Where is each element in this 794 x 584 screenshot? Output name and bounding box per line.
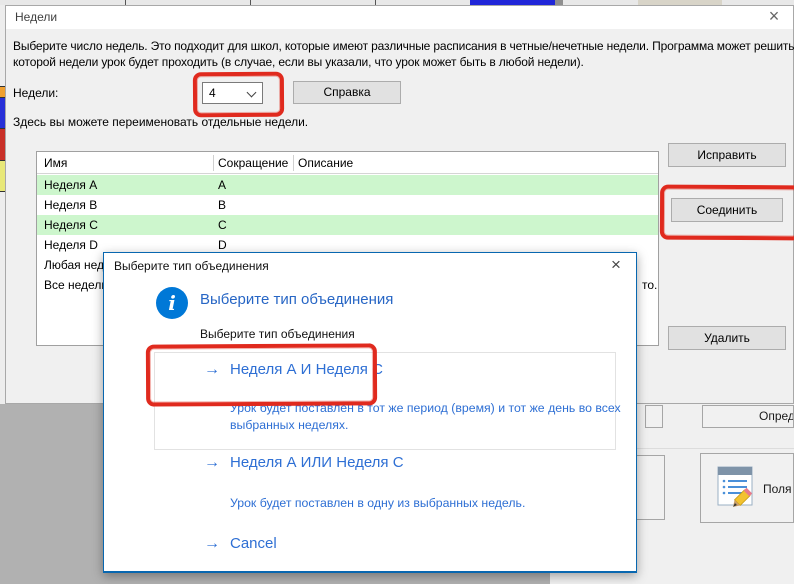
dialog-title: Недели [15,10,57,24]
help-button[interactable]: Справка [293,81,401,104]
fields-icon [713,465,757,509]
dialog-title: Выберите тип объединения [114,259,269,273]
intro-text-line1: Выберите число недель. Это подходит для … [13,39,794,53]
cancel-label: Cancel [230,535,277,552]
intro-text-line2: которой недели урок будет проходить (в с… [13,55,584,69]
fields-button[interactable]: Поля [700,453,794,523]
background-options-window: Опреде Поля [637,404,794,583]
cancel-link[interactable]: → Cancel [204,535,277,553]
edit-button[interactable]: Исправить [668,143,786,167]
row-abbr: B [218,198,226,212]
row-name: Все недели [44,278,108,292]
column-divider [213,155,214,171]
close-icon[interactable]: × [606,255,626,275]
row-desc: то... [642,278,658,292]
close-icon[interactable]: × [763,6,785,27]
join-dialog-subheading: Выберите тип объединения [200,327,355,341]
option-or-label: Неделя А ИЛИ Неделя С [230,454,404,471]
option-or-description: Урок будет поставлен в одну из выбранных… [230,496,630,510]
panel-divider [637,448,794,449]
row-name: Неделя D [44,238,98,252]
table-row[interactable]: Неделя C C [37,215,658,235]
fields-button-label: Поля [763,482,792,496]
table-row[interactable]: Неделя B B [37,195,658,215]
partial-button[interactable] [645,405,663,428]
weeks-dialog-titlebar: Недели × [6,6,793,29]
row-abbr: A [218,178,226,192]
option-and-label: Неделя А И Неделя С [230,361,383,378]
rename-hint-text: Здесь вы можете переименовать отдельные … [13,115,308,129]
row-name: Неделя B [44,198,97,212]
row-name: Неделя C [44,218,98,232]
weeks-count-dropdown[interactable]: 4 [202,82,263,104]
join-dialog-heading: Выберите тип объединения [200,291,393,308]
option-and-link[interactable]: → Неделя А И Неделя С [204,361,383,379]
row-name: Неделя A [44,178,97,192]
column-header-desc[interactable]: Описание [298,156,353,170]
arrow-icon: → [204,454,220,471]
weeks-count-value: 4 [209,86,216,100]
arrow-icon: → [204,535,220,552]
weeks-count-label: Недели: [13,86,58,100]
column-header-abbr[interactable]: Сокращение [218,156,288,170]
table-header: Имя Сокращение Описание [37,152,658,174]
chevron-down-icon [247,88,257,98]
column-divider [293,155,294,171]
join-type-dialog: Выберите тип объединения × i Выберите ти… [103,252,637,573]
column-header-name[interactable]: Имя [44,156,67,170]
info-icon: i [156,287,188,319]
option-or-link[interactable]: → Неделя А ИЛИ Неделя С [204,454,404,472]
join-button[interactable]: Соединить [671,198,783,222]
define-button[interactable]: Опреде [702,405,794,428]
table-row[interactable]: Неделя A A [37,175,658,195]
arrow-icon: → [204,361,220,378]
row-abbr: C [218,218,227,232]
delete-button[interactable]: Удалить [668,326,786,350]
partial-button[interactable] [637,455,665,520]
row-abbr: D [218,238,227,252]
option-and-description: Урок будет поставлен в тот же период (вр… [230,400,622,434]
